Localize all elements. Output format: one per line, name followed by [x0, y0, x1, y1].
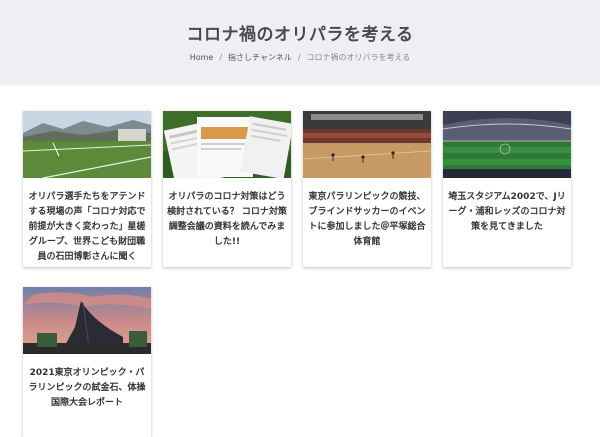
article-thumbnail[interactable] — [23, 287, 151, 354]
breadcrumb-home[interactable]: Home — [190, 53, 214, 62]
breadcrumb: Home / 指さしチャンネル / コロナ禍のオリパラを考える — [0, 52, 600, 63]
page-header: コロナ禍のオリパラを考える Home / 指さしチャンネル / コロナ禍のオリパラを考え… — [0, 0, 600, 85]
article-title[interactable]: 東京パラリンピックの競技、ブラインドサッカーのイベントに参加しました＠平塚総合体… — [303, 178, 431, 250]
article-card[interactable]: オリパラのコロナ対策はどう検討されている？ コロナ対策調整会議の資料を読んでみま… — [163, 111, 291, 267]
article-card[interactable]: オリパラ選手たちをアテンドする現場の声「コロナ対応で前提が大きく変わった」星槎グ… — [23, 111, 151, 267]
breadcrumb-current: コロナ禍のオリパラを考える — [306, 53, 411, 62]
article-thumbnail[interactable] — [303, 111, 431, 178]
article-thumbnail[interactable] — [163, 111, 291, 178]
article-title[interactable]: 2021東京オリンピック・パラリンピックの試金石、体操国際大会レポート — [23, 354, 151, 411]
breadcrumb-separator: / — [219, 53, 223, 62]
article-title[interactable]: 埼玉スタジアム2002で、Jリーグ・浦和レッズのコロナ対策を見てきました — [443, 178, 571, 235]
article-thumbnail[interactable] — [443, 111, 571, 178]
breadcrumb-separator: / — [297, 53, 301, 62]
article-card[interactable]: 埼玉スタジアム2002で、Jリーグ・浦和レッズのコロナ対策を見てきました — [443, 111, 571, 267]
breadcrumb-category[interactable]: 指さしチャンネル — [228, 53, 292, 62]
page-title: コロナ禍のオリパラを考える — [186, 25, 414, 45]
article-thumbnail[interactable] — [23, 111, 151, 178]
article-card[interactable]: 2021東京オリンピック・パラリンピックの試金石、体操国際大会レポート — [23, 287, 151, 437]
article-title[interactable]: オリパラのコロナ対策はどう検討されている？ コロナ対策調整会議の資料を読んでみま… — [163, 178, 291, 250]
article-card[interactable]: 東京パラリンピックの競技、ブラインドサッカーのイベントに参加しました＠平塚総合体… — [303, 111, 431, 267]
article-title[interactable]: オリパラ選手たちをアテンドする現場の声「コロナ対応で前提が大きく変わった」星槎グ… — [23, 178, 151, 265]
